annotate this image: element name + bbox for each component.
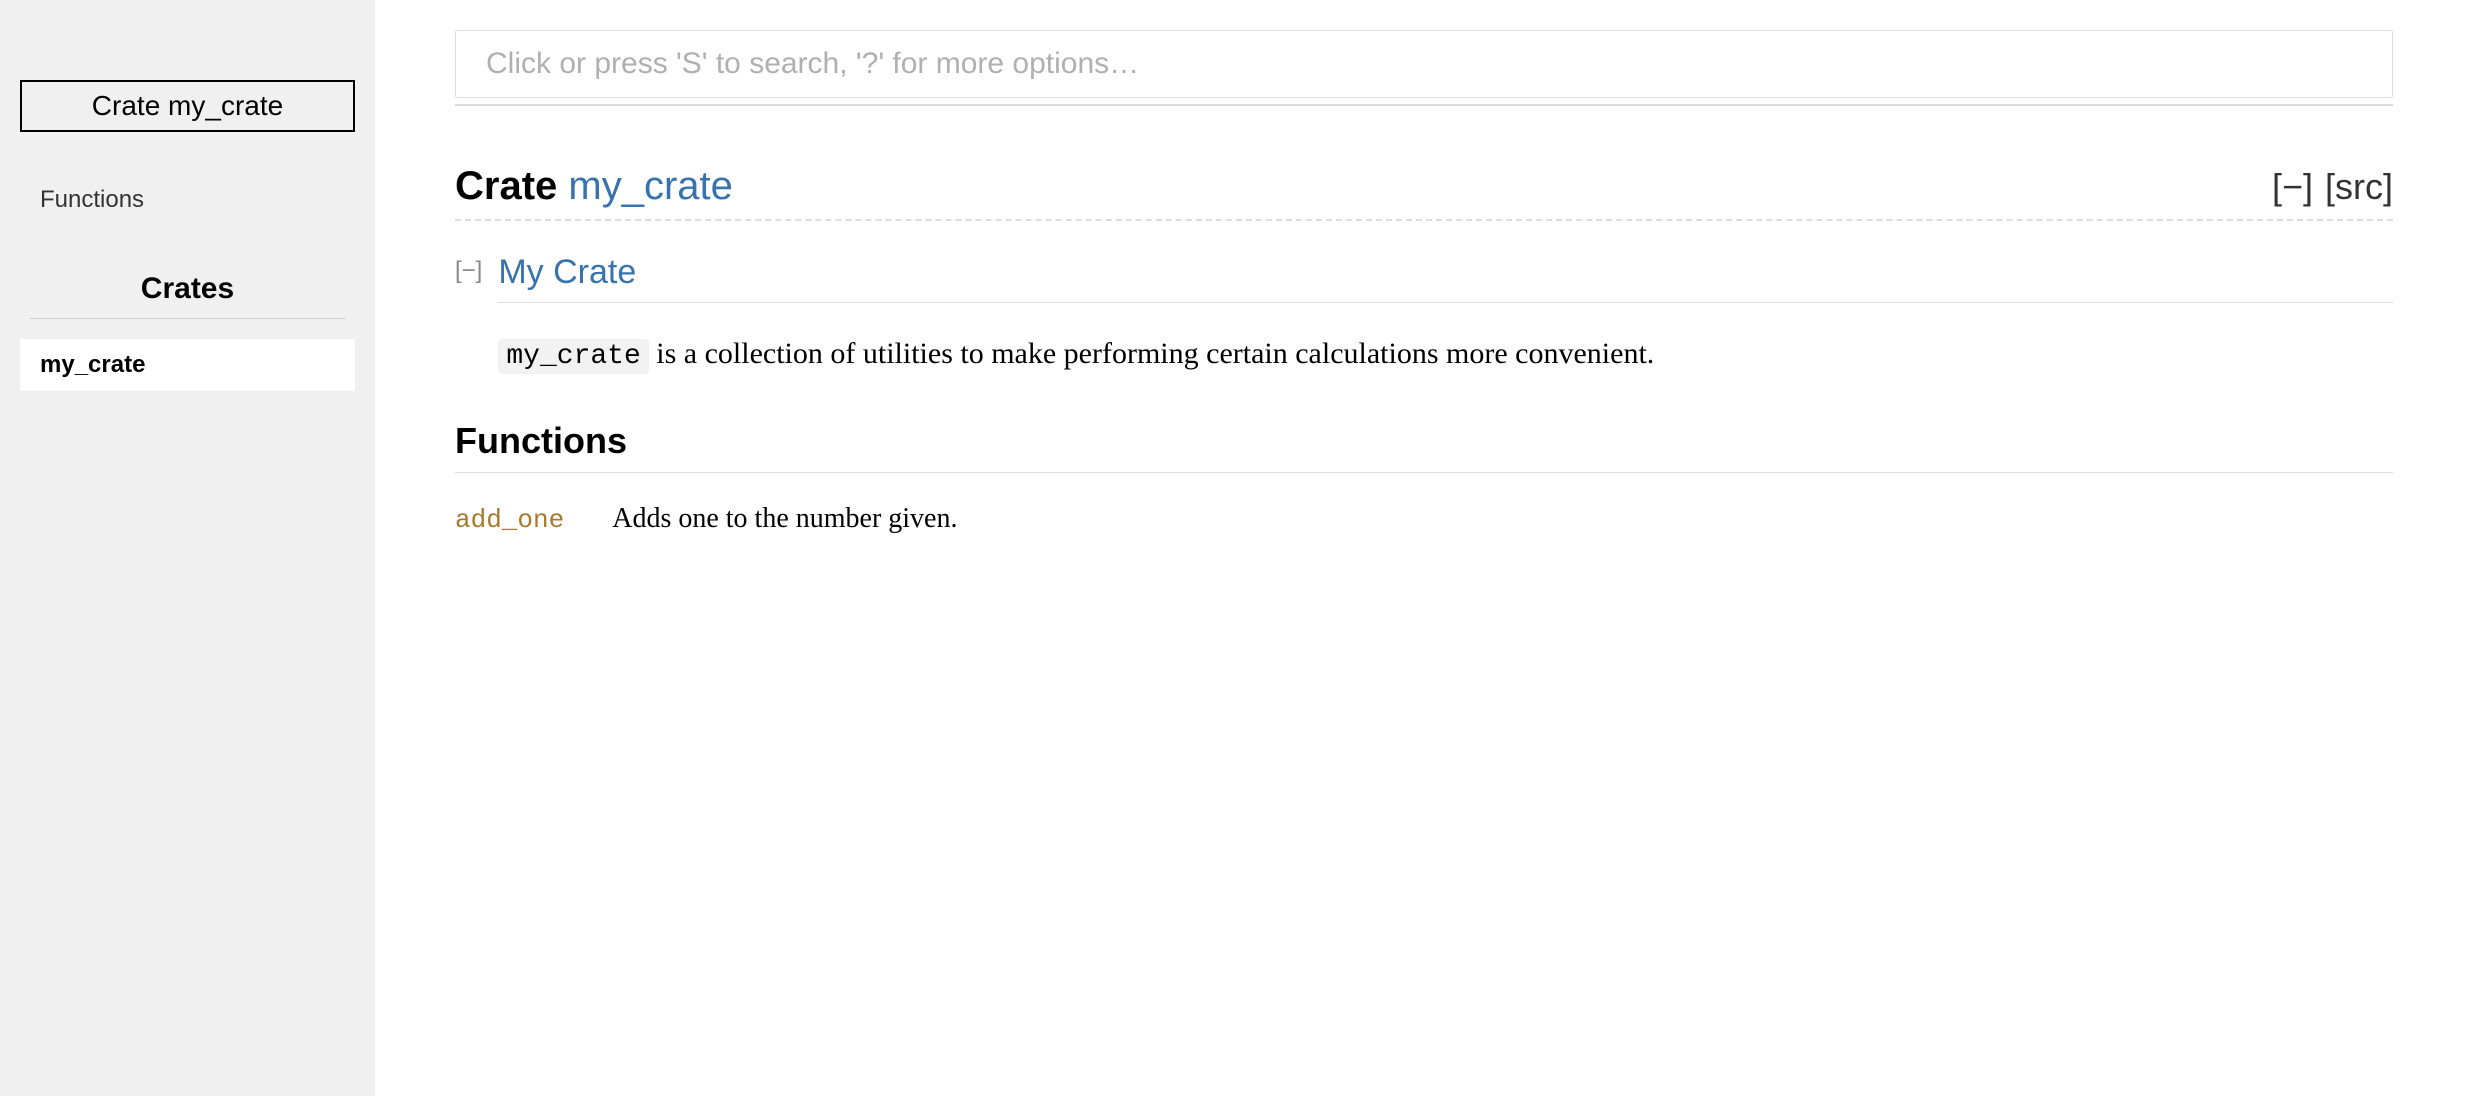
page-title-name[interactable]: my_crate [568, 164, 733, 208]
doc-collapse-toggle[interactable]: [−] [455, 253, 482, 378]
function-row: add_one Adds one to the number given. [455, 503, 2393, 535]
sidebar-crates-heading: Crates [20, 272, 355, 306]
doc-description-text: is a collection of utilities to make per… [649, 337, 1655, 370]
page-title-kind: Crate [455, 164, 568, 208]
doc-block: [−] My Crate my_crate is a collection of… [455, 253, 2393, 378]
collapse-all-toggle[interactable]: [−] [2272, 166, 2313, 208]
doc-heading[interactable]: My Crate [498, 253, 2393, 303]
sidebar-crate-title: Crate my_crate [20, 80, 355, 132]
search-input[interactable] [455, 30, 2393, 98]
page-title-row: Crate my_crate [−] [src] [455, 164, 2393, 221]
title-controls: [−] [src] [2272, 166, 2393, 208]
sidebar: Crate my_crate Functions Crates my_crate [0, 0, 375, 1096]
sidebar-divider [30, 318, 345, 319]
functions-section-heading: Functions [455, 420, 2393, 473]
sidebar-crate-item[interactable]: my_crate [20, 339, 355, 391]
search-divider [455, 104, 2393, 106]
doc-code-inline: my_crate [498, 339, 648, 374]
function-description: Adds one to the number given. [612, 503, 957, 535]
page-title: Crate my_crate [455, 164, 733, 209]
doc-content: My Crate my_crate is a collection of uti… [498, 253, 2393, 378]
source-link[interactable]: [src] [2325, 166, 2393, 208]
main-content: Crate my_crate [−] [src] [−] My Crate my… [375, 0, 2473, 1096]
doc-description: my_crate is a collection of utilities to… [498, 331, 2393, 378]
function-name-link[interactable]: add_one [455, 505, 564, 535]
sidebar-functions-link[interactable]: Functions [20, 180, 355, 220]
